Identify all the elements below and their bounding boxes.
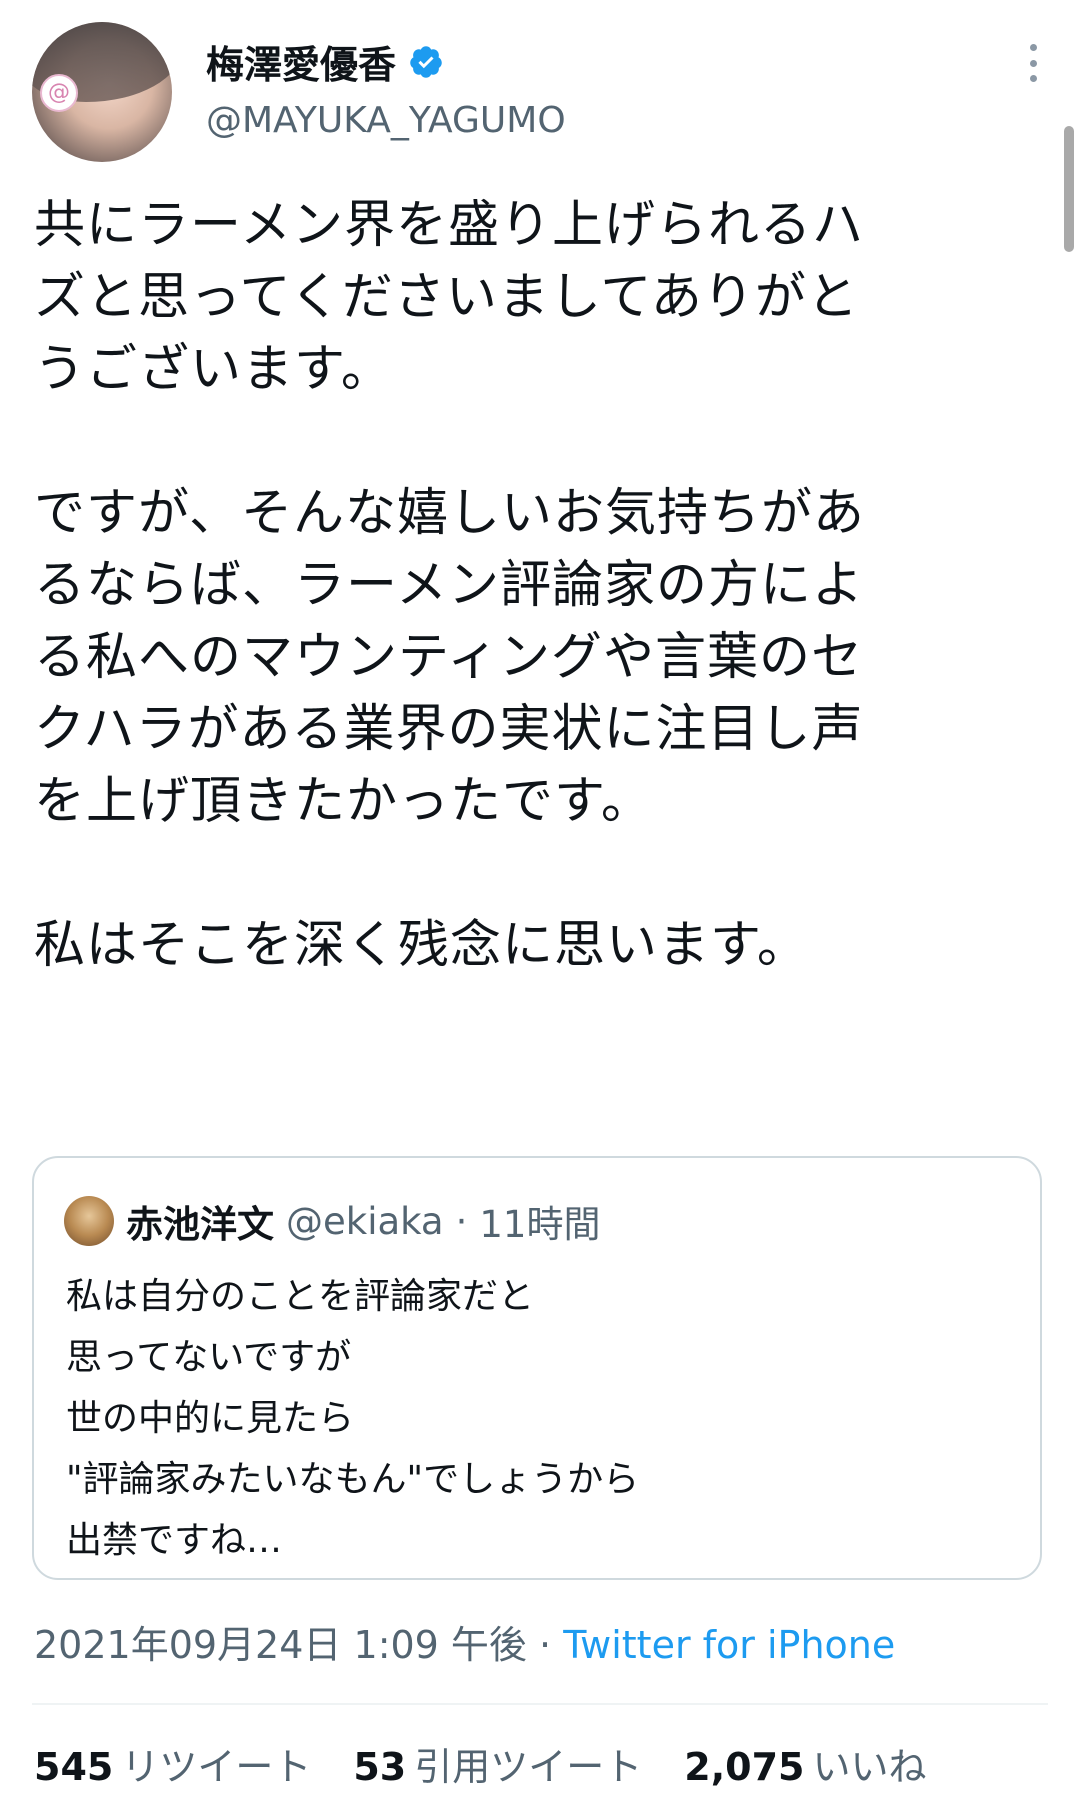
retweets-count: 545 <box>34 1745 114 1789</box>
scrollbar[interactable] <box>1064 126 1074 252</box>
tweet-paragraph-1: 共にラーメン界を盛り上げられるハ ズと思ってくださいましてありがと うございます… <box>34 196 864 399</box>
tweet-text: 共にラーメン界を盛り上げられるハ ズと思ってくださいましてありがと うございます… <box>34 190 1046 982</box>
quoted-tweet-header: 赤池洋文 @ekiaka · 11時間 <box>64 1194 600 1248</box>
tweet-paragraph-2: ですが、そんな嬉しいお気持ちがあ るならば、ラーメン評論家の方によ る私へのマウ… <box>34 484 865 831</box>
likes-count: 2,075 <box>684 1745 805 1789</box>
tweet-date[interactable]: 2021年09月24日 <box>34 1623 341 1667</box>
quoted-separator: · <box>455 1199 468 1243</box>
quoted-tweet-text: 私は自分のことを評論家だと 思ってないですが 世の中的に見たら "評論家みたいな… <box>66 1276 640 1561</box>
likes-stat[interactable]: 2,075 いいね <box>684 1736 926 1791</box>
meta-separator: · <box>539 1623 552 1667</box>
more-options-icon[interactable] <box>1028 44 1038 82</box>
quoted-author-handle: @ekiaka <box>286 1199 444 1243</box>
quotes-stat[interactable]: 53 引用ツイート <box>353 1736 642 1791</box>
divider <box>32 1703 1048 1705</box>
quoted-author-avatar <box>64 1196 114 1246</box>
quoted-tweet-card[interactable]: 赤池洋文 @ekiaka · 11時間 私は自分のことを評論家だと 思ってないで… <box>32 1156 1042 1580</box>
quoted-author-name: 赤池洋文 <box>126 1203 274 1246</box>
retweets-label: リツイート <box>121 1745 312 1789</box>
author-display-name[interactable]: 梅澤愛優香 <box>206 34 396 89</box>
tweet-time[interactable]: 1:09 午後 <box>354 1623 527 1667</box>
author-handle[interactable]: @MAYUKA_YAGUMO <box>206 100 566 141</box>
retweets-stat[interactable]: 545 リツイート <box>34 1736 311 1791</box>
quoted-time: 11時間 <box>479 1203 601 1246</box>
quotes-label: 引用ツイート <box>414 1745 643 1789</box>
author-display-name-row[interactable]: 梅澤愛優香 <box>206 34 444 89</box>
quotes-count: 53 <box>353 1745 407 1789</box>
tweet-source-link[interactable]: Twitter for iPhone <box>563 1623 895 1667</box>
tweet-paragraph-3: 私はそこを深く残念に思います。 <box>34 916 809 975</box>
tweet-stats: 545 リツイート 53 引用ツイート 2,075 いいね <box>34 1736 926 1791</box>
tweet-meta: 2021年09月24日 1:09 午後 · Twitter for iPhone <box>34 1614 895 1669</box>
avatar-badge-icon: @ <box>40 74 78 112</box>
likes-label: いいね <box>812 1745 927 1789</box>
verified-badge-icon <box>410 45 442 78</box>
author-avatar[interactable]: @ <box>32 22 172 162</box>
